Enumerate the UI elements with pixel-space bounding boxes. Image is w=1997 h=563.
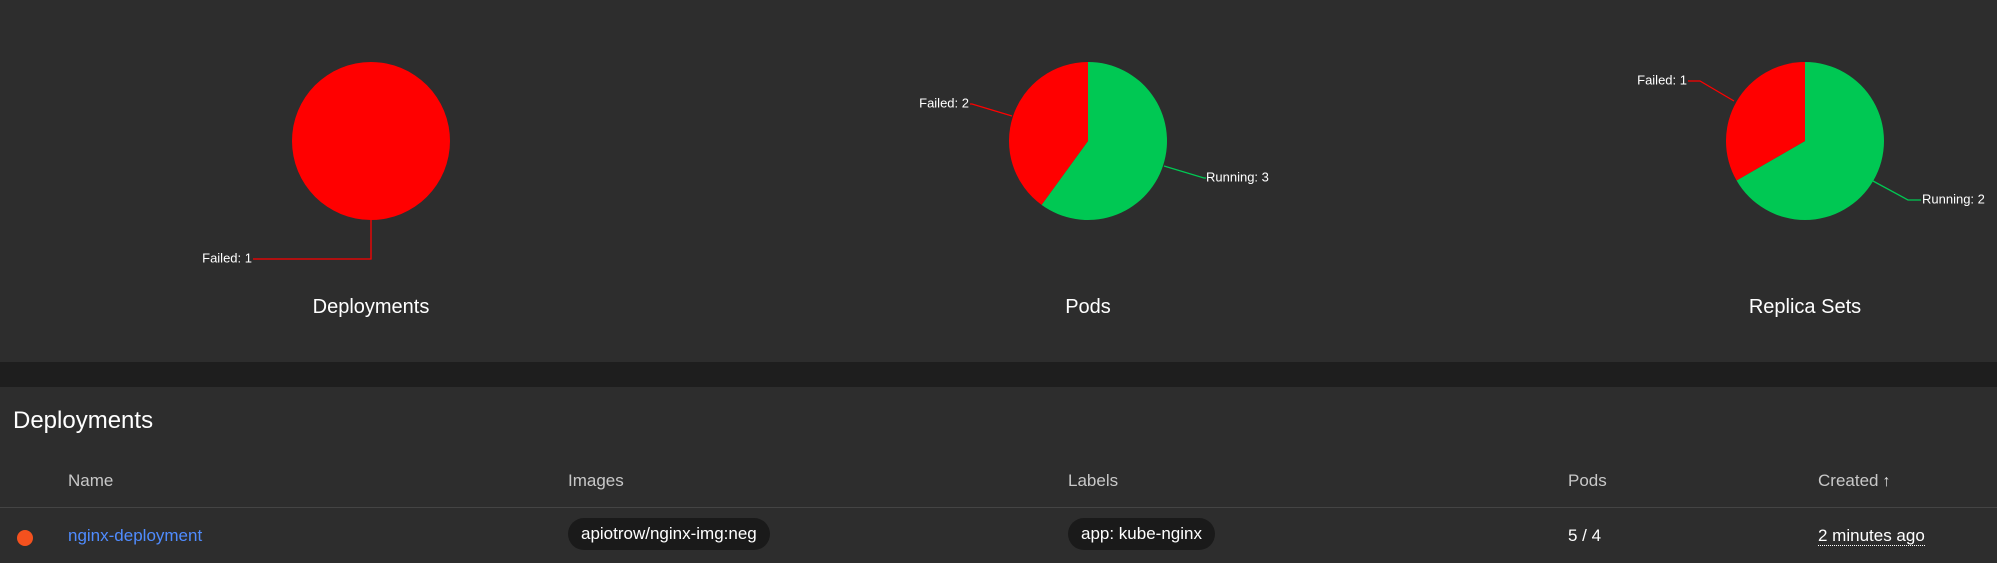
column-header-pods[interactable]: Pods: [1568, 471, 1607, 491]
charts-canvas: Failed: 1 Running: 3 Failed: 2 Running: 2…: [202, 61, 1985, 265]
column-header-labels[interactable]: Labels: [1068, 471, 1118, 491]
column-header-created-label: Created: [1818, 471, 1879, 490]
pie-label-running: Running: 2: [1922, 191, 1985, 206]
resource-charts-panel: Failed: 1 Running: 3 Failed: 2 Running: 2…: [0, 0, 1997, 362]
pods-chart-title: Pods: [1065, 296, 1111, 318]
deployments-chart-title: Deployments: [312, 296, 430, 318]
pods-pie-chart: Running: 3 Failed: 2: [919, 61, 1269, 220]
column-header-images[interactable]: Images: [568, 471, 624, 491]
image-chip: apiotrow/nginx-img:neg: [568, 518, 770, 550]
arrow-up-icon[interactable]: ↑: [1882, 473, 1890, 491]
status-error-icon: [17, 530, 33, 546]
table-row: nginx-deployment apiotrow/nginx-img:neg …: [0, 508, 1997, 563]
pods-count: 5 / 4: [1568, 526, 1602, 545]
pie-slice-failed: [292, 62, 450, 220]
pie-label-failed: Failed: 2: [919, 95, 969, 110]
deployments-pie-chart: Failed: 1: [202, 62, 450, 265]
column-header-created[interactable]: Created ↑: [1818, 471, 1890, 491]
label-leader-line: [1688, 80, 1735, 102]
pie-label-running: Running: 3: [1206, 169, 1269, 184]
label-chip: app: kube-nginx: [1068, 518, 1215, 550]
label-leader-line: [1163, 165, 1206, 179]
replica-sets-chart-title: Replica Sets: [1748, 296, 1862, 318]
pie-label-failed: Failed: 1: [1637, 72, 1687, 87]
deployment-name-link[interactable]: nginx-deployment: [68, 526, 202, 545]
label-leader-line: [253, 220, 372, 260]
column-header-name[interactable]: Name: [68, 471, 113, 491]
pie-label-failed: Failed: 1: [202, 250, 252, 265]
replica-sets-pie-chart: Running: 2 Failed: 1: [1637, 61, 1985, 220]
label-leader-line: [1872, 180, 1921, 201]
deployments-section-title: Deployments: [13, 407, 154, 434]
label-leader-line: [970, 103, 1013, 117]
created-time: 2 minutes ago: [1818, 526, 1925, 546]
deployments-table-card: Deployments Name Images Labels Pods Crea…: [0, 387, 1997, 563]
